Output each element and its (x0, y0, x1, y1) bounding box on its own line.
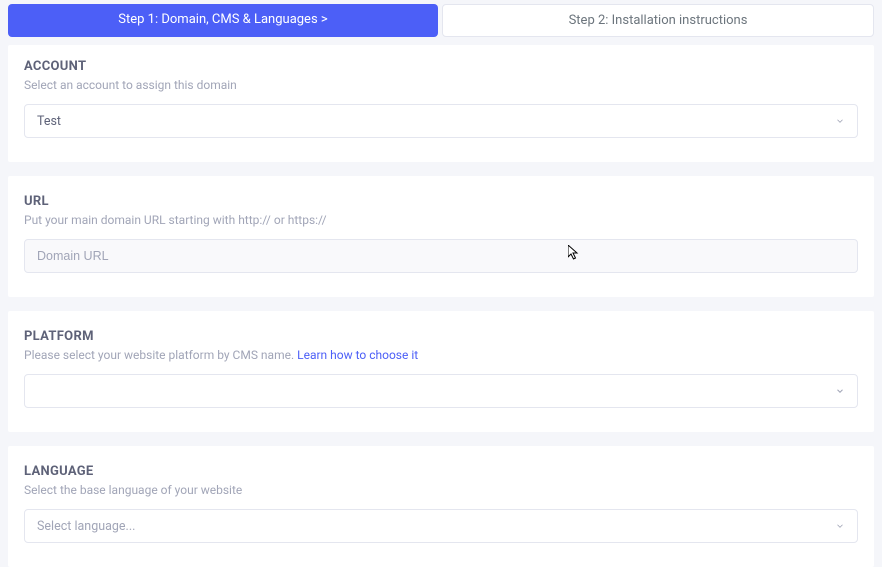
platform-select[interactable] (24, 374, 858, 408)
step-2-tab[interactable]: Step 2: Installation instructions (442, 4, 874, 37)
account-select-value: Test (37, 114, 61, 129)
platform-learn-link[interactable]: Learn how to choose it (297, 348, 418, 362)
platform-title: PLATFORM (24, 329, 858, 344)
language-desc: Select the base language of your website (24, 483, 858, 497)
language-select[interactable]: Select language... (24, 509, 858, 543)
account-select[interactable]: Test (24, 104, 858, 138)
language-card: LANGUAGE Select the base language of you… (8, 446, 874, 567)
url-card: URL Put your main domain URL starting wi… (8, 176, 874, 297)
chevron-down-icon (835, 116, 845, 126)
chevron-down-icon (835, 386, 845, 396)
url-desc: Put your main domain URL starting with h… (24, 213, 858, 227)
account-title: ACCOUNT (24, 59, 858, 74)
account-card: ACCOUNT Select an account to assign this… (8, 45, 874, 162)
url-title: URL (24, 194, 858, 209)
url-input-wrapper (24, 239, 858, 273)
url-input[interactable] (37, 249, 845, 263)
account-desc: Select an account to assign this domain (24, 78, 858, 92)
platform-card: PLATFORM Please select your website plat… (8, 311, 874, 432)
step-1-tab[interactable]: Step 1: Domain, CMS & Languages > (8, 4, 438, 37)
language-title: LANGUAGE (24, 464, 858, 479)
chevron-down-icon (835, 521, 845, 531)
platform-desc: Please select your website platform by C… (24, 348, 858, 362)
steps-nav: Step 1: Domain, CMS & Languages > Step 2… (0, 0, 882, 37)
language-select-placeholder: Select language... (37, 519, 135, 534)
